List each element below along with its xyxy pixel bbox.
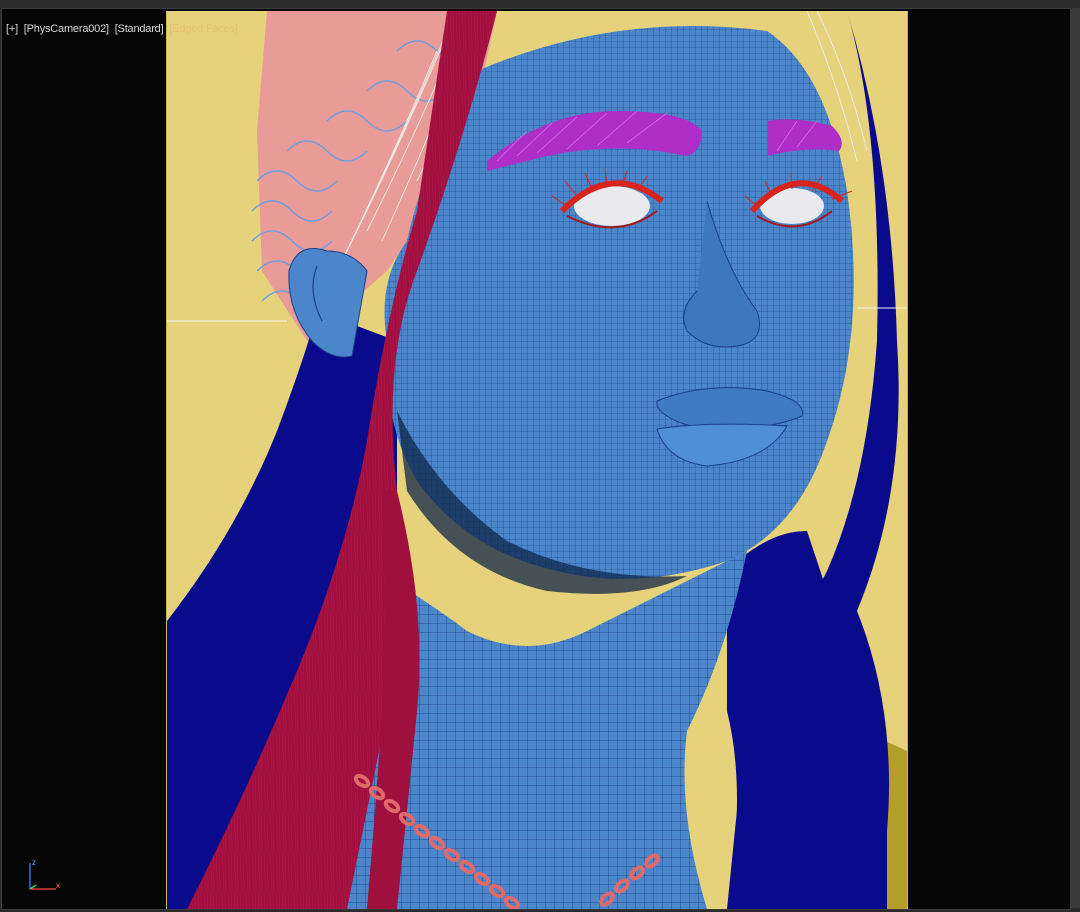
viewport-side-strip: [1070, 8, 1080, 908]
edged-faces-label[interactable]: [Edged Faces]: [169, 23, 238, 35]
head-model-render: [167, 11, 907, 909]
viewport-frame: [+] [PhysCamera002] [Standard] [Edged Fa…: [0, 0, 1080, 912]
perspective-viewport[interactable]: [+] [PhysCamera002] [Standard] [Edged Fa…: [1, 8, 1071, 910]
viewport-plus-menu[interactable]: [+]: [6, 23, 18, 35]
safe-frame-render-region: [166, 11, 908, 909]
axis-label-z: z: [32, 858, 36, 867]
viewport-label-menu[interactable]: [+] [PhysCamera002] [Standard] [Edged Fa…: [6, 23, 241, 35]
axis-label-x: x: [56, 881, 60, 890]
shading-label[interactable]: [Standard]: [115, 23, 164, 35]
axis-tripod-icon: z x: [29, 858, 60, 890]
camera-label[interactable]: [PhysCamera002]: [24, 23, 109, 35]
